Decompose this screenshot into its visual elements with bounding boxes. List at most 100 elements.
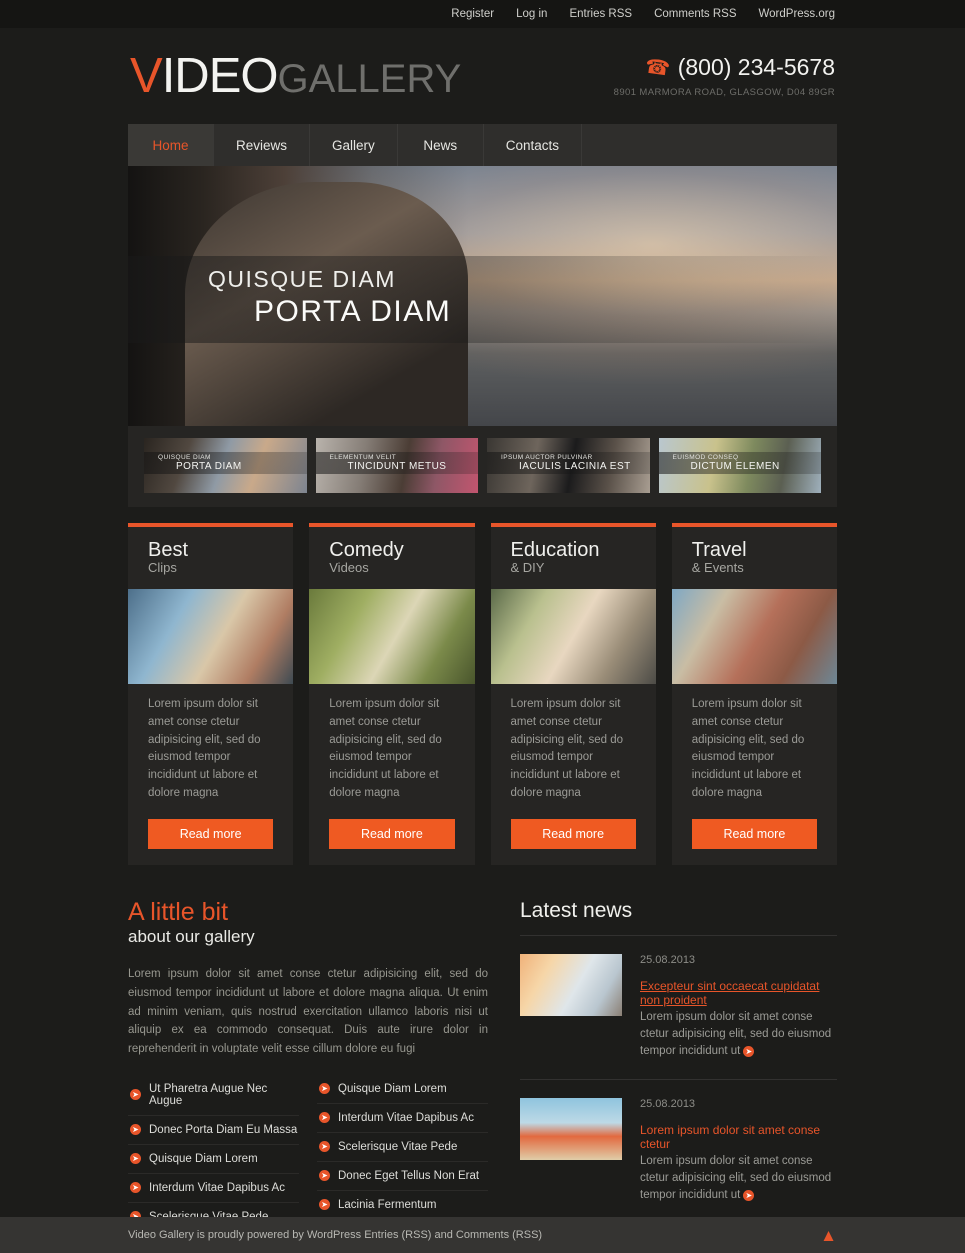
card-read-more-button[interactable]: Read more (329, 818, 455, 849)
list-item-label: Quisque Diam Lorem (149, 1152, 258, 1165)
card-text: Lorem ipsum dolor sit amet conse ctetur … (510, 698, 624, 800)
thumb-caption: EUISMOD CONSEQ DICTUM ELEMEN (658, 452, 821, 474)
thumb-caption-line1: ELEMENTUM VELIT (329, 454, 397, 461)
card-read-more-button[interactable]: Read more (148, 818, 274, 849)
arrow-right-icon: ➤ (130, 1089, 141, 1100)
news-featured-item[interactable]: 25.08.2013 Excepteur sint occaecat cupid… (520, 936, 837, 1080)
thumb-caption: QUISQUE DIAM PORTA DIAM (144, 452, 307, 474)
about-heading-sub: about our gallery (128, 927, 255, 947)
news-thumbnail (520, 953, 622, 1016)
card-text: Lorem ipsum dolor sit amet conse ctetur … (329, 698, 442, 800)
arrow-right-icon: ➤ (319, 1170, 330, 1181)
slider-thumb-2[interactable]: ELEMENTUM VELIT TINCIDUNT METUS (315, 438, 478, 493)
card-text: Lorem ipsum dolor sit amet conse ctetur … (148, 698, 261, 800)
list-item[interactable]: ➤ Donec Porta Diam Eu Massa (128, 1116, 299, 1145)
slider-thumb-1[interactable]: QUISQUE DIAM PORTA DIAM (144, 438, 307, 493)
nav-item-home[interactable]: Home (128, 124, 214, 166)
thumb-caption-line2: DICTUM ELEMEN (690, 461, 780, 472)
nav-item-reviews[interactable]: Reviews (214, 124, 311, 166)
list-item[interactable]: ➤ Interdum Vitae Dapibus Ac (317, 1104, 488, 1133)
topbar-link-entries-rss[interactable]: Entries RSS (569, 8, 632, 20)
list-item-label: Donec Porta Diam Eu Massa (149, 1123, 298, 1136)
lower-section: A little bit about our gallery Lorem ips… (0, 865, 965, 1253)
news-excerpt: Lorem ipsum dolor sit amet conse ctetur … (640, 1153, 837, 1205)
card-image (309, 589, 475, 684)
list-item[interactable]: ➤ Quisque Diam Lorem (128, 1145, 299, 1174)
card-heading: Travel & Events (672, 527, 837, 589)
news-title-link[interactable]: Lorem ipsum dolor sit amet conse ctetur (640, 1123, 837, 1151)
news-featured-item[interactable]: 25.08.2013 Lorem ipsum dolor sit amet co… (520, 1080, 837, 1224)
card-read-more-button[interactable]: Read more (510, 818, 636, 849)
slider-thumb-4[interactable]: EUISMOD CONSEQ DICTUM ELEMEN (658, 438, 821, 493)
about-heading-accent: A little bit (128, 897, 229, 926)
card-subtitle: & DIY (510, 560, 545, 575)
logo-accent-letter: V (130, 48, 163, 103)
category-cards: Best Clips Lorem ipsum dolor sit amet co… (0, 507, 965, 865)
card-button-wrap: Read more (672, 803, 837, 849)
list-item[interactable]: ➤ Scelerisque Vitae Pede (317, 1133, 488, 1162)
double-chevron-up-icon[interactable]: ▲​ (820, 1227, 837, 1244)
card-text: Lorem ipsum dolor sit amet conse ctetur … (691, 698, 805, 800)
thumb-caption: IPSUM AUCTOR PULVINAR IACULIS LACINIA ES… (487, 452, 650, 474)
card-subtitle: Clips (148, 560, 177, 575)
list-item[interactable]: ➤ Ut Pharetra Augue Nec Augue (128, 1075, 299, 1116)
list-item-label: Interdum Vitae Dapibus Ac (149, 1181, 285, 1194)
slider-thumb-3[interactable]: IPSUM AUCTOR PULVINAR IACULIS LACINIA ES… (487, 438, 650, 493)
topbar-link-comments-rss[interactable]: Comments RSS (654, 8, 736, 20)
list-item[interactable]: ➤ Donec Eget Tellus Non Erat (317, 1162, 488, 1191)
topbar-link-register[interactable]: Register (451, 8, 494, 20)
thumb-caption-line1: QUISQUE DIAM (158, 454, 211, 461)
header-contact: ☎ (800) 234-5678 8901 MARMORA ROAD, GLAS… (614, 54, 835, 98)
card-read-more-button[interactable]: Read more (691, 818, 817, 849)
nav-item-contacts[interactable]: Contacts (484, 124, 583, 166)
list-item[interactable]: ➤ Interdum Vitae Dapibus Ac (128, 1174, 299, 1203)
news-date: 25.08.2013 (640, 1097, 696, 1110)
hero-slider[interactable]: QUISQUE DIAM PORTA DIAM (128, 166, 837, 426)
arrow-right-icon: ➤ (130, 1182, 141, 1193)
news-thumbnail (520, 1097, 622, 1160)
news-title-link[interactable]: Excepteur sint occaecat cupidatat non pr… (640, 979, 837, 1007)
site-logo[interactable]: VIDEOGALLERY (130, 48, 461, 103)
card-image (671, 589, 837, 684)
nav-item-news[interactable]: News (398, 124, 484, 166)
arrow-right-icon: ➤ (319, 1112, 330, 1123)
list-item-label: Scelerisque Vitae Pede (338, 1140, 458, 1153)
hero-frame: Home Reviews Gallery News Contacts QUISQ… (128, 124, 837, 507)
logo-main-text: IDEO (161, 48, 279, 103)
thumb-caption-line2: PORTA DIAM (176, 461, 242, 472)
card-button-wrap: Read more (491, 803, 656, 849)
phone-icon: ☎ (643, 55, 672, 81)
card-subtitle: & Events (691, 560, 744, 575)
card-heading: Comedy Videos (309, 527, 474, 589)
thumb-caption-line2: TINCIDUNT METUS (347, 461, 447, 472)
thumb-caption: ELEMENTUM VELIT TINCIDUNT METUS (315, 452, 478, 474)
topbar-link-wordpress-org[interactable]: WordPress.org (759, 8, 835, 20)
card-button-wrap: Read more (309, 803, 474, 849)
arrow-right-icon: ➤ (319, 1141, 330, 1152)
arrow-right-icon[interactable]: ➤ (743, 1189, 755, 1201)
list-item[interactable]: ➤ Lacinia Fermentum (317, 1191, 488, 1220)
page-root: Register Log in Entries RSS Comments RSS… (0, 0, 965, 1253)
news-excerpt-text: Lorem ipsum dolor sit amet conse ctetur … (640, 1010, 832, 1058)
arrow-right-icon[interactable]: ➤ (743, 1045, 755, 1057)
main-navigation: Home Reviews Gallery News Contacts (128, 124, 837, 166)
arrow-right-icon: ➤ (130, 1153, 141, 1164)
news-excerpt-text: Lorem ipsum dolor sit amet conse ctetur … (640, 1154, 832, 1202)
news-item-body: 25.08.2013 Lorem ipsum dolor sit amet co… (640, 1098, 837, 1205)
card-subtitle: Videos (329, 560, 369, 575)
card-button-wrap: Read more (128, 803, 293, 849)
list-item[interactable]: ➤ Quisque Diam Lorem (317, 1075, 488, 1104)
list-item-label: Donec Eget Tellus Non Erat (338, 1169, 480, 1182)
nav-item-gallery[interactable]: Gallery (310, 124, 398, 166)
hero-caption-line1: QUISQUE DIAM (208, 266, 396, 292)
thumb-caption-line1: EUISMOD CONSEQ (672, 454, 739, 461)
arrow-right-icon: ➤ (130, 1124, 141, 1135)
arrow-right-icon: ➤ (319, 1083, 330, 1094)
list-item-label: Quisque Diam Lorem (338, 1082, 447, 1095)
topbar-link-login[interactable]: Log in (516, 8, 547, 20)
list-item-label: Lacinia Fermentum (338, 1198, 437, 1211)
phone-number: (800) 234-5678 (677, 54, 835, 80)
card-image (490, 589, 656, 684)
arrow-right-icon: ➤ (319, 1199, 330, 1210)
thumb-caption-line1: IPSUM AUCTOR PULVINAR (501, 454, 593, 461)
